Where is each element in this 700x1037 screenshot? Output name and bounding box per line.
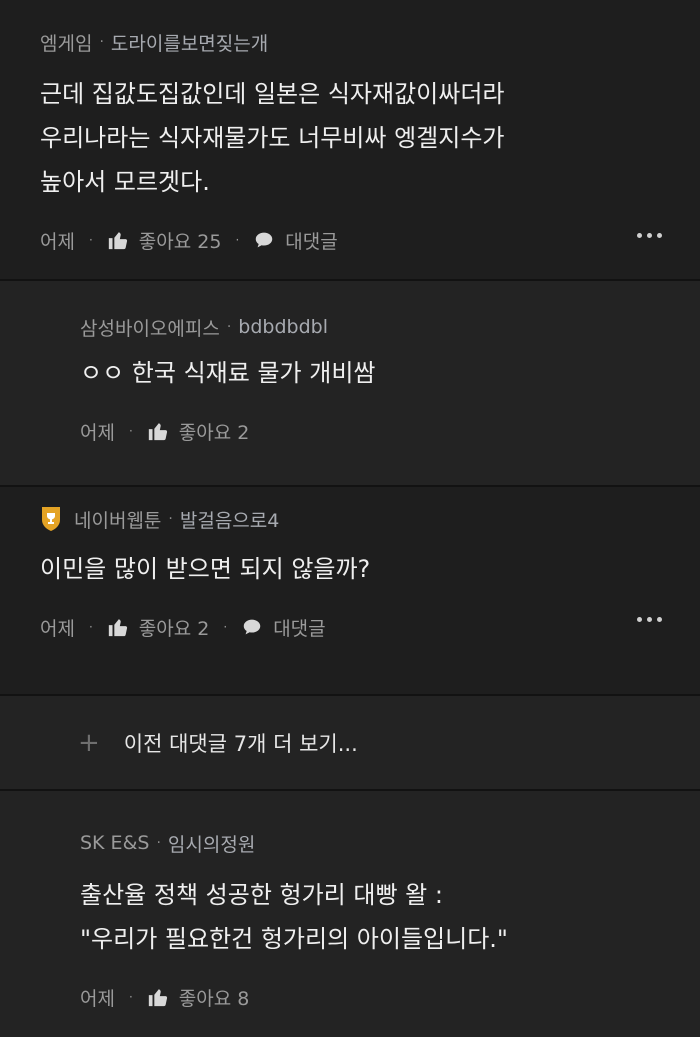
author-name[interactable]: bdbdbdbl: [238, 316, 328, 338]
trophy-icon: [40, 506, 62, 532]
separator-dot: ·: [235, 233, 240, 247]
load-more-replies[interactable]: + 이전 대댓글 7개 더 보기...: [0, 696, 700, 789]
comment-header: SK E&S · 임시의정원: [80, 829, 700, 857]
company-label: 삼성바이오에피스: [80, 317, 220, 340]
comment-item: 네이버웹툰 · 발걸음으로4 이민을 많이 받으면 되지 않을까? 어제 · 좋…: [0, 487, 700, 694]
comment-text: 출산율 정책 성공한 헝가리 대빵 왈 : "우리가 필요한건 헝가리의 아이들…: [80, 881, 508, 953]
separator-dot: ·: [88, 620, 93, 634]
comment-text: 근데 집값도집값인데 일본은 식자재값이싸더라 우리나라는 식자재물가도 너무비…: [40, 80, 505, 196]
separator-dot: ·: [156, 835, 161, 851]
load-more-label[interactable]: 이전 대댓글 7개 더 보기...: [124, 728, 358, 758]
author-name[interactable]: 임시의정원: [168, 830, 255, 857]
comment-time: 어제: [40, 617, 75, 640]
like-count[interactable]: 좋아요 8: [179, 984, 250, 1011]
reply-button[interactable]: 대댓글: [273, 614, 325, 641]
comment-header: 엠게임 · 도라이를보면짖는개: [40, 28, 700, 56]
reply-button[interactable]: 대댓글: [285, 227, 337, 254]
comment-meta: 어제 · 좋아요 25 · 대댓글: [40, 226, 700, 254]
comment-header: 네이버웹툰 · 발걸음으로4: [40, 505, 700, 533]
thumbs-up-icon[interactable]: [107, 616, 129, 638]
company-label: SK E&S: [80, 832, 150, 854]
plus-icon: +: [78, 727, 100, 758]
reply-item: 삼성바이오에피스 · bdbdbdbl ㅇㅇ 한국 식재료 물가 개비쌈 어제 …: [0, 281, 700, 485]
comment-text: 이민을 많이 받으면 되지 않을까?: [40, 555, 371, 583]
thumbs-up-icon[interactable]: [107, 229, 129, 251]
separator-dot: ·: [88, 233, 93, 247]
comment-header: 삼성바이오에피스 · bdbdbdbl: [80, 313, 700, 341]
speech-bubble-icon[interactable]: [241, 616, 263, 638]
separator-dot: ·: [128, 990, 133, 1004]
like-count[interactable]: 좋아요 2: [139, 614, 210, 641]
thumbs-up-icon[interactable]: [147, 986, 169, 1008]
author-name[interactable]: 발걸음으로4: [180, 506, 280, 533]
comment-time: 어제: [40, 230, 75, 253]
separator-dot: ·: [223, 620, 228, 634]
like-count[interactable]: 좋아요 25: [139, 227, 222, 254]
reply-item: SK E&S · 임시의정원 출산율 정책 성공한 헝가리 대빵 왈 : "우리…: [0, 791, 700, 1037]
comment-meta: 어제 · 좋아요 2: [80, 417, 700, 445]
more-dots-icon[interactable]: [637, 617, 662, 622]
comment-meta: 어제 · 좋아요 2 · 대댓글: [40, 613, 700, 641]
like-count[interactable]: 좋아요 2: [179, 418, 250, 445]
comment-text: ㅇㅇ 한국 식재료 물가 개비쌈: [80, 359, 376, 387]
thumbs-up-icon[interactable]: [147, 420, 169, 442]
comment-meta: 어제 · 좋아요 8: [80, 983, 700, 1011]
comment-time: 어제: [80, 421, 115, 444]
separator-dot: ·: [128, 424, 133, 438]
author-name[interactable]: 도라이를보면짖는개: [111, 29, 268, 56]
comment-time: 어제: [80, 987, 115, 1010]
separator-dot: ·: [226, 319, 232, 335]
company-label: 네이버웹툰: [74, 509, 162, 532]
company-label: 엠게임: [40, 32, 93, 55]
more-dots-icon[interactable]: [637, 233, 662, 238]
separator-dot: ·: [168, 511, 173, 527]
separator-dot: ·: [99, 34, 104, 50]
comment-item: 엠게임 · 도라이를보면짖는개 근데 집값도집값인데 일본은 식자재값이싸더라 …: [0, 0, 700, 279]
speech-bubble-icon[interactable]: [253, 229, 275, 251]
